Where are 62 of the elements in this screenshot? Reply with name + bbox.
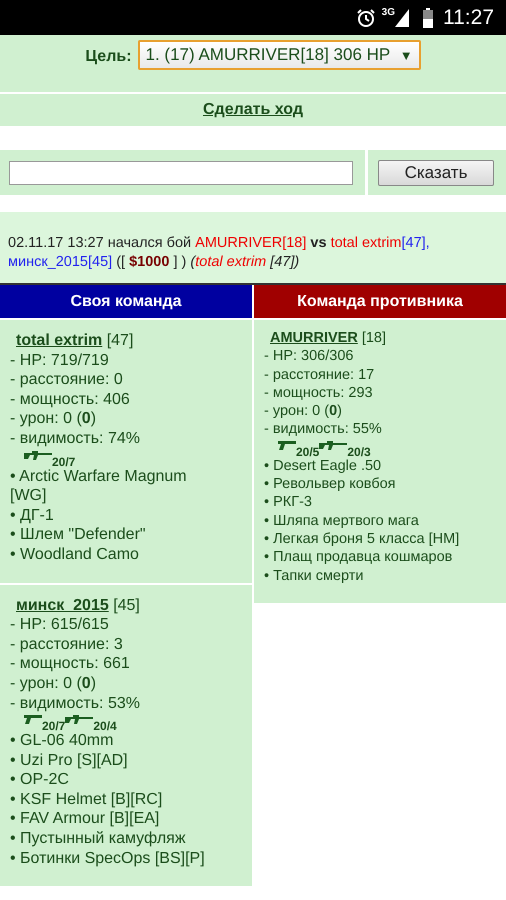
stat-line: - урон: 0 (0): [10, 409, 98, 429]
equipment-item: • Desert Eagle .50: [264, 456, 382, 476]
stat-line: - видимость: 55%: [264, 420, 383, 439]
stat-line: - HP: 615/615: [10, 615, 110, 635]
rifle-icon: [24, 450, 52, 461]
equipment-item: • KSF Helmet [B][RC]: [10, 790, 164, 810]
stat-line: - урон: 0 (0): [264, 402, 343, 420]
pistol-icon: [278, 440, 296, 451]
equipment-item: • Пустынный камуфляж: [10, 829, 187, 849]
equipment-item: • Револьвер ковбоя: [264, 475, 397, 494]
equipment-item: • Arctic Warfare Magnum [WG]: [10, 466, 188, 506]
network-type: 3G: [382, 7, 395, 18]
stat-line: - видимость: 53%: [10, 694, 141, 714]
team-header: Команда противника: [254, 285, 506, 318]
stat-line: - урон: 0 (0): [10, 674, 98, 694]
stat-line: - расстояние: 17: [264, 366, 376, 384]
rifle-icon: [65, 715, 94, 726]
stat-line: - мощность: 406: [10, 390, 131, 410]
target-dropdown[interactable]: 1. (17) AMURRIVER[18] 306 HP ▼: [138, 40, 421, 70]
target-label: Цель:: [85, 48, 132, 66]
equipment-item: • Woodland Camo: [10, 544, 140, 565]
message-field[interactable]: [9, 160, 353, 184]
equipment-item: • Uzi Pro [S][AD]: [10, 750, 129, 770]
pistol-icon: [24, 715, 42, 726]
stat-line: - мощность: 661: [10, 654, 131, 674]
battery-icon: [423, 8, 433, 28]
player-name-link[interactable]: total extrim: [16, 332, 102, 349]
equipment-item: • Легкая броня 5 класса [НМ]: [264, 530, 460, 548]
player-name-link[interactable]: минск_2015: [16, 596, 109, 614]
equipment-item: • Тапки смерти: [264, 566, 364, 585]
stat-line: - мощность: 293: [264, 384, 374, 402]
player-level: [18]: [362, 330, 386, 346]
equipment-item: • FAV Armour [B][EA]: [10, 809, 160, 830]
weapon-stat: 20/7: [42, 720, 66, 732]
weapon-stat: 20/4: [93, 720, 117, 732]
weapon-stat: 20/5: [296, 446, 320, 458]
stat-line: - HP: 719/719: [10, 350, 110, 370]
stat-line: - видимость: 74%: [10, 428, 141, 449]
clock-time: 11:27: [443, 6, 494, 30]
rifle-icon: [319, 440, 348, 451]
alarm-clock-icon: [356, 8, 376, 28]
team-header: Своя команда: [0, 285, 252, 318]
player-name-link[interactable]: AMURRIVER: [270, 330, 358, 346]
player-level: [45]: [113, 596, 140, 614]
weapon-stat: 20/3: [347, 446, 371, 458]
stat-line: - расстояние: 0: [10, 370, 124, 390]
equipment-item: • ДГ-1: [10, 506, 55, 526]
equipment-item: • GL-06 40mm: [10, 731, 114, 751]
weapon-stat: 20/7: [52, 456, 76, 468]
equipment-item: • Плащ продавца кошмаров: [264, 548, 454, 567]
stat-line: - расстояние: 3: [10, 634, 124, 654]
equipment-item: • РКГ-3: [264, 493, 313, 512]
say-button[interactable]: Сказать: [378, 160, 494, 186]
make-move-link[interactable]: Сделать ход: [202, 101, 303, 119]
equipment-item: • OP-2C: [10, 770, 70, 790]
equipment-item: • Шлем "Defender": [10, 525, 147, 545]
equipment-item: • Ботинки SpecOps [BS][P]: [10, 848, 206, 868]
equipment-item: • Шляпа мертвого мага: [264, 512, 420, 530]
stat-line: - HP: 306/306: [264, 347, 354, 366]
player-level: [47]: [106, 332, 134, 349]
battle-log-text: 02.11.17 13:27 начался бой AMURRIVER[18] vs total extrim[47], минск_2015[45] ([ $1000 ] ) (total extrim [47]): [8, 234, 431, 272]
signal-icon: [395, 8, 409, 26]
